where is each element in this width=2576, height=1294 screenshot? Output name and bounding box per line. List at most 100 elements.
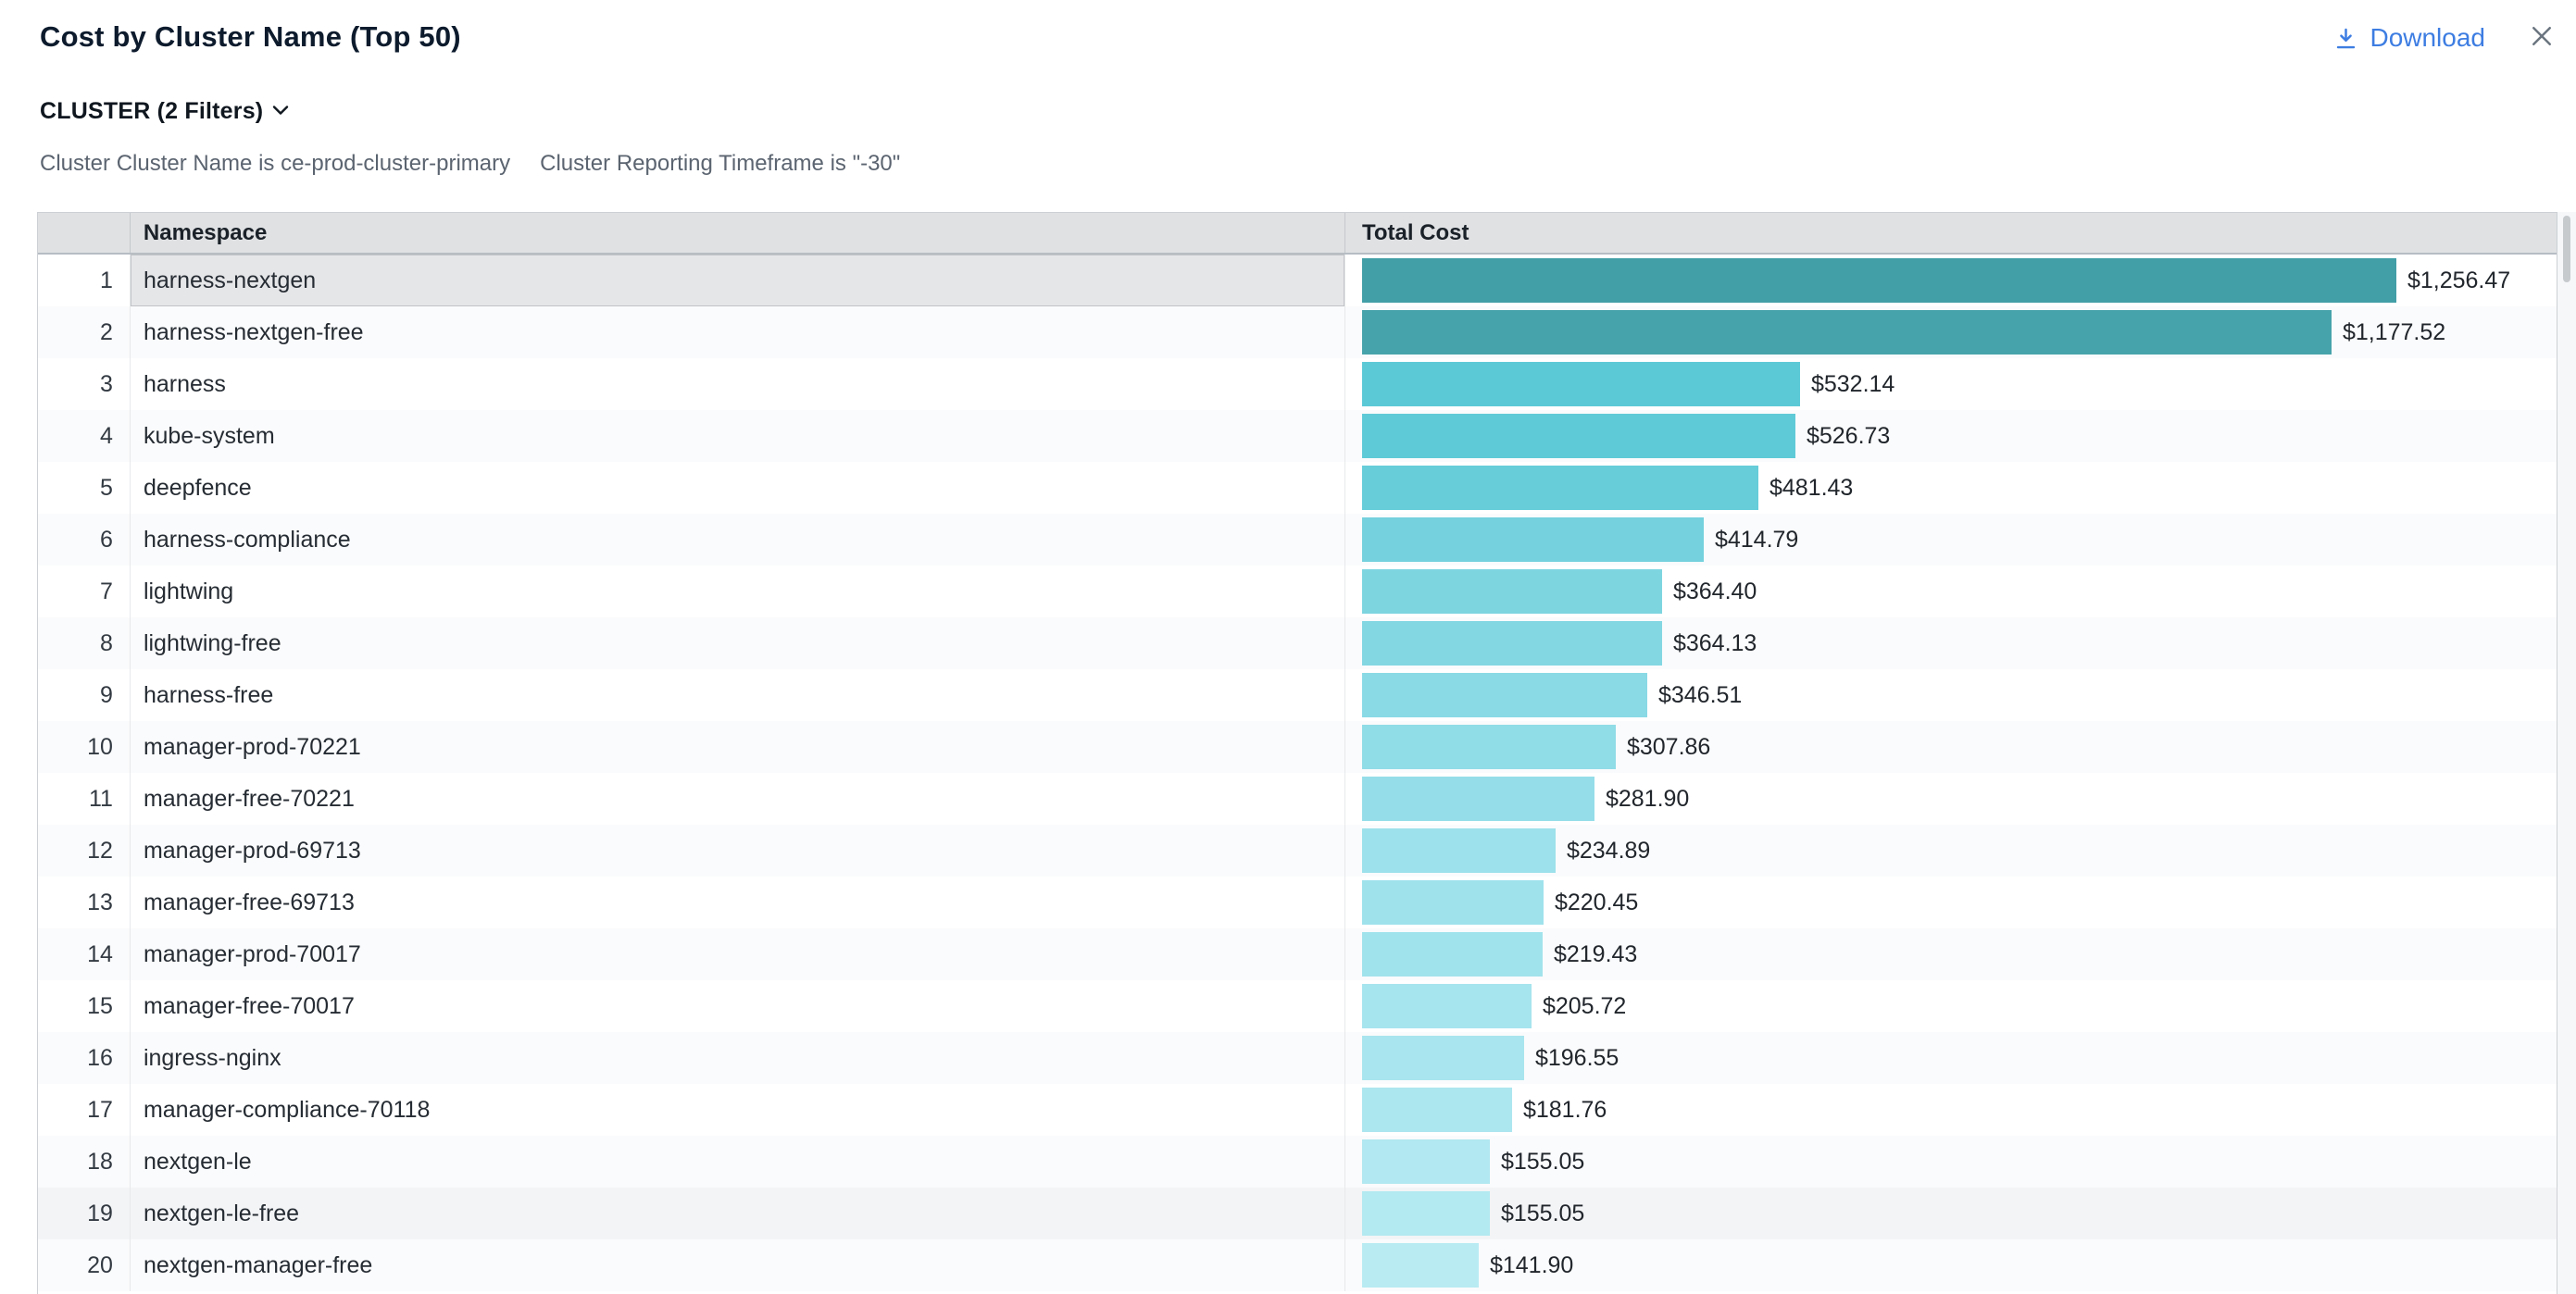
table-row[interactable]: 10manager-prod-70221$307.86 — [38, 721, 2557, 773]
cost-bar — [1362, 1088, 1512, 1132]
row-rank: 5 — [38, 462, 130, 514]
table-row[interactable]: 12manager-prod-69713$234.89 — [38, 825, 2557, 877]
cost-value-label: $1,256.47 — [2407, 268, 2510, 294]
total-cost-cell[interactable]: $219.43 — [1344, 928, 2557, 980]
table-row[interactable]: 15manager-free-70017$205.72 — [38, 980, 2557, 1032]
column-header-total-cost: Total Cost — [1344, 213, 2557, 253]
vertical-scrollbar[interactable] — [2557, 212, 2576, 1294]
applied-filters: Cluster Cluster Name is ce-prod-cluster-… — [40, 151, 900, 177]
namespace-cell[interactable]: harness-free — [130, 669, 1344, 721]
table-row[interactable]: 6harness-compliance$414.79 — [38, 514, 2557, 566]
table-row[interactable]: 9harness-free$346.51 — [38, 669, 2557, 721]
namespace-cell[interactable]: lightwing — [130, 566, 1344, 617]
namespace-cell[interactable]: harness-compliance — [130, 514, 1344, 566]
namespace-cell[interactable]: kube-system — [130, 410, 1344, 462]
row-rank: 4 — [38, 410, 130, 462]
total-cost-cell[interactable]: $281.90 — [1344, 773, 2557, 825]
total-cost-cell[interactable]: $155.05 — [1344, 1188, 2557, 1239]
namespace-cell[interactable]: manager-prod-69713 — [130, 825, 1344, 877]
table-row[interactable]: 13manager-free-69713 $220.45 — [38, 877, 2557, 928]
total-cost-cell[interactable]: $481.43 — [1344, 462, 2557, 514]
cost-bar — [1362, 1243, 1479, 1288]
cost-value-label: $205.72 — [1543, 993, 1626, 1020]
namespace-cell[interactable]: deepfence — [130, 462, 1344, 514]
row-rank: 20 — [38, 1239, 130, 1291]
namespace-cell[interactable]: harness — [130, 358, 1344, 410]
total-cost-cell[interactable]: $307.86 — [1344, 721, 2557, 773]
total-cost-cell[interactable]: $532.14 — [1344, 358, 2557, 410]
total-cost-cell[interactable]: $196.55 — [1344, 1032, 2557, 1084]
namespace-cell[interactable]: nextgen-le-free — [130, 1188, 1344, 1239]
total-cost-cell[interactable]: $205.72 — [1344, 980, 2557, 1032]
total-cost-cell[interactable]: $526.73 — [1344, 410, 2557, 462]
table-row[interactable]: 11manager-free-70221$281.90 — [38, 773, 2557, 825]
table-row[interactable]: 20nextgen-manager-free$141.90 — [38, 1239, 2557, 1291]
table-row[interactable]: 14manager-prod-70017$219.43 — [38, 928, 2557, 980]
filter-chip-timeframe[interactable]: Cluster Reporting Timeframe is "-30" — [540, 151, 900, 177]
total-cost-cell[interactable]: $346.51 — [1344, 669, 2557, 721]
cost-bar — [1362, 932, 1543, 977]
namespace-cell[interactable]: harness-nextgen — [130, 255, 1344, 306]
namespace-cell[interactable]: manager-free-70017 — [130, 980, 1344, 1032]
row-rank: 1 — [38, 255, 130, 306]
row-rank: 14 — [38, 928, 130, 980]
table-row[interactable]: 17manager-compliance-70118$181.76 — [38, 1084, 2557, 1136]
cost-bar — [1362, 777, 1594, 821]
row-rank: 13 — [38, 877, 130, 928]
scrollbar-thumb[interactable] — [2563, 216, 2570, 282]
close-button[interactable] — [2526, 22, 2557, 54]
total-cost-cell[interactable]: $364.40 — [1344, 566, 2557, 617]
cost-bar — [1362, 725, 1616, 769]
namespace-cell[interactable]: ingress-nginx — [130, 1032, 1344, 1084]
total-cost-cell[interactable]: $364.13 — [1344, 617, 2557, 669]
total-cost-cell[interactable]: $1,256.47 — [1344, 255, 2557, 306]
namespace-cell[interactable]: manager-free-70221 — [130, 773, 1344, 825]
cost-bar — [1362, 258, 2396, 303]
namespace-cell[interactable]: harness-nextgen-free — [130, 306, 1344, 358]
filter-group-toggle[interactable]: CLUSTER (2 Filters) — [40, 98, 289, 125]
row-rank: 11 — [38, 773, 130, 825]
cost-value-label: $307.86 — [1627, 734, 1710, 761]
download-button[interactable]: Download — [2333, 23, 2485, 53]
table-row[interactable]: 4kube-system$526.73 — [38, 410, 2557, 462]
cost-bar — [1362, 828, 1556, 873]
table-row[interactable]: 7lightwing$364.40 — [38, 566, 2557, 617]
namespace-cell[interactable]: nextgen-manager-free — [130, 1239, 1344, 1291]
filter-chip-cluster-name[interactable]: Cluster Cluster Name is ce-prod-cluster-… — [40, 151, 510, 177]
total-cost-cell[interactable]: $220.45 — [1344, 877, 2557, 928]
total-cost-cell[interactable]: $181.76 — [1344, 1084, 2557, 1136]
namespace-cell[interactable]: lightwing-free — [130, 617, 1344, 669]
namespace-cell[interactable]: manager-compliance-70118 — [130, 1084, 1344, 1136]
namespace-cell[interactable]: manager-free-69713 — [130, 877, 1344, 928]
row-rank: 16 — [38, 1032, 130, 1084]
cost-bar — [1362, 414, 1795, 458]
total-cost-cell[interactable]: $155.05 — [1344, 1136, 2557, 1188]
total-cost-cell[interactable]: $1,177.52 — [1344, 306, 2557, 358]
table-row[interactable]: 16ingress-nginx $196.55 — [38, 1032, 2557, 1084]
total-cost-cell[interactable]: $234.89 — [1344, 825, 2557, 877]
table-row[interactable]: 18nextgen-le$155.05 — [38, 1136, 2557, 1188]
cost-table: Namespace Total Cost 1harness-nextgen$1,… — [37, 212, 2576, 1294]
namespace-cell[interactable]: manager-prod-70221 — [130, 721, 1344, 773]
table-row[interactable]: 1harness-nextgen $1,256.47 — [38, 255, 2557, 306]
table-row[interactable]: 2harness-nextgen-free$1,177.52 — [38, 306, 2557, 358]
table-row[interactable]: 3harness$532.14 — [38, 358, 2557, 410]
cost-bar — [1362, 880, 1544, 925]
download-label: Download — [2370, 23, 2485, 53]
total-cost-cell[interactable]: $141.90 — [1344, 1239, 2557, 1291]
namespace-cell[interactable]: nextgen-le — [130, 1136, 1344, 1188]
table-row[interactable]: 8lightwing-free$364.13 — [38, 617, 2557, 669]
cost-value-label: $481.43 — [1769, 475, 1853, 502]
cost-value-label: $196.55 — [1535, 1045, 1619, 1072]
page-title: Cost by Cluster Name (Top 50) — [40, 20, 2557, 54]
dialog-titlebar: Cost by Cluster Name (Top 50) Download — [40, 20, 2557, 61]
row-rank: 9 — [38, 669, 130, 721]
cost-value-label: $220.45 — [1555, 890, 1638, 916]
row-rank: 18 — [38, 1136, 130, 1188]
table-row[interactable]: 19nextgen-le-free$155.05 — [38, 1188, 2557, 1239]
download-icon — [2333, 26, 2358, 51]
total-cost-cell[interactable]: $414.79 — [1344, 514, 2557, 566]
namespace-cell[interactable]: manager-prod-70017 — [130, 928, 1344, 980]
cost-value-label: $532.14 — [1811, 371, 1894, 398]
table-row[interactable]: 5deepfence $481.43 — [38, 462, 2557, 514]
